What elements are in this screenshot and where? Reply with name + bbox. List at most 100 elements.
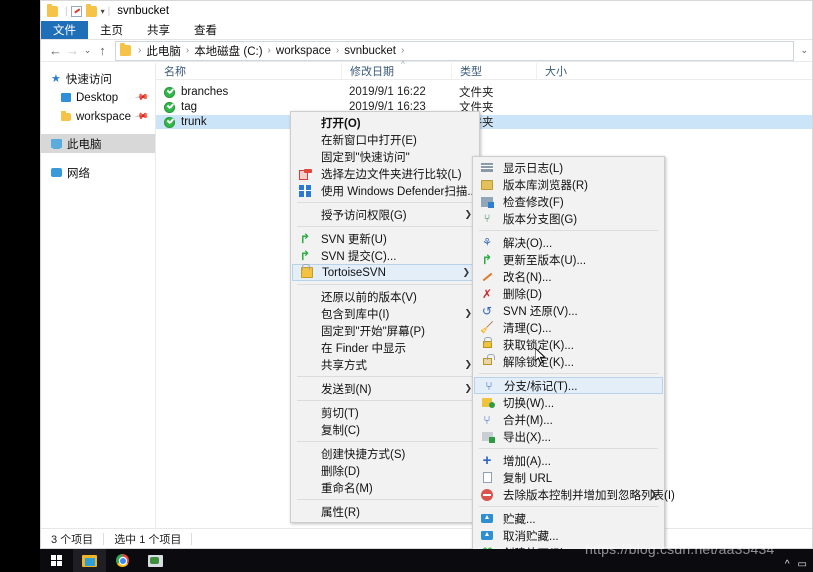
menu-item-copy-url[interactable]: 复制 URL: [473, 469, 664, 486]
file-name: trunk: [181, 116, 207, 128]
menu-item-cut[interactable]: 剪切(T): [291, 404, 479, 421]
menu-item-show-log[interactable]: 显示日志(L): [473, 159, 664, 176]
menu-item-compare-left-folder[interactable]: 选择左边文件夹进行比较(L): [291, 165, 479, 182]
new-folder-icon[interactable]: [85, 3, 97, 17]
menu-item-pin-to-start[interactable]: 固定到"开始"屏幕(P): [291, 322, 479, 339]
menu-item-label: 在新窗口中打开(E): [321, 134, 417, 147]
back-button[interactable]: ←: [47, 43, 64, 58]
menu-item-update-to-revision[interactable]: ↱ 更新至版本(U)...: [473, 251, 664, 268]
menu-item-tortoisesvn[interactable]: TortoiseSVN ❯: [292, 264, 478, 281]
table-row[interactable]: tag 2019/9/1 16:23 文件夹: [156, 100, 812, 114]
address-breadcrumb-field[interactable]: › 此电脑 › 本地磁盘 (C:) › workspace › svnbucke…: [115, 40, 795, 61]
menu-item-defender-scan[interactable]: 使用 Windows Defender扫描...: [291, 182, 479, 199]
breadcrumb-this-pc[interactable]: 此电脑: [144, 43, 183, 59]
column-header-date[interactable]: 修改日期: [341, 63, 451, 79]
menu-item-get-lock[interactable]: 获取锁定(K)...: [473, 336, 664, 353]
export-icon: [480, 430, 495, 444]
menu-item-resolve[interactable]: ⚘ 解决(O)...: [473, 234, 664, 251]
taskbar-file-explorer[interactable]: [73, 549, 106, 572]
tray-expand-icon[interactable]: ^: [785, 559, 790, 570]
recent-locations-icon[interactable]: ⌄: [81, 45, 94, 56]
start-button[interactable]: [40, 549, 73, 572]
menu-item-label: SVN 更新(U): [321, 233, 387, 246]
menu-item-pin-quick-access[interactable]: 固定到"快速访问": [291, 148, 479, 165]
chevron-down-icon[interactable]: ▾: [101, 7, 105, 16]
forward-button[interactable]: →: [64, 43, 81, 58]
tab-view[interactable]: 查看: [182, 21, 229, 39]
menu-separator: [297, 376, 473, 377]
tray-battery-icon[interactable]: ▭: [798, 559, 807, 570]
menu-item-create-shortcut[interactable]: 创建快捷方式(S): [291, 445, 479, 462]
menu-item-show-in-finder[interactable]: 在 Finder 中显示: [291, 339, 479, 356]
menu-item-svn-commit[interactable]: ↱ SVN 提交(C)...: [291, 247, 479, 264]
menu-item-restore-previous-versions[interactable]: 还原以前的版本(V): [291, 288, 479, 305]
menu-item-properties[interactable]: 属性(R): [291, 503, 479, 520]
up-button[interactable]: ↑: [94, 43, 111, 58]
chevron-right-icon: ❯: [464, 359, 472, 369]
menu-item-merge[interactable]: ⑂ 合并(M)...: [473, 411, 664, 428]
menu-item-release-lock[interactable]: 解除锁定(K)...: [473, 353, 664, 370]
breadcrumb-separator: ›: [335, 45, 340, 56]
folder-icon: [120, 43, 131, 56]
revert-icon: ↺: [481, 303, 493, 318]
menu-item-delete[interactable]: 删除(D): [291, 462, 479, 479]
tab-home[interactable]: 主页: [88, 21, 135, 39]
tab-share[interactable]: 共享: [135, 21, 182, 39]
menu-item-rename[interactable]: 重命名(M): [291, 479, 479, 496]
file-date-cell: 2019/9/1 16:22: [349, 86, 426, 98]
menu-item-check-modifications[interactable]: 检查修改(F): [473, 193, 664, 210]
breadcrumb-c-drive[interactable]: 本地磁盘 (C:): [192, 43, 264, 59]
menu-item-copy[interactable]: 复制(C): [291, 421, 479, 438]
column-header-size[interactable]: 大小: [536, 63, 616, 79]
column-header-type[interactable]: 类型: [451, 63, 536, 79]
menu-item-label: 打开(O): [321, 117, 361, 130]
menu-item-include-in-library[interactable]: 包含到库中(I) ❯: [291, 305, 479, 322]
taskbar-chrome[interactable]: [106, 549, 139, 572]
menu-item-label: 还原以前的版本(V): [321, 291, 417, 304]
divider: [191, 532, 193, 545]
menu-separator: [297, 441, 473, 442]
menu-item-label: 解决(O)...: [503, 237, 553, 250]
sidebar-item-workspace[interactable]: workspace 📌: [41, 107, 155, 126]
menu-item-label: 选择左边文件夹进行比较(L): [321, 168, 462, 181]
menu-item-svn-revert[interactable]: ↺ SVN 还原(V)...: [473, 302, 664, 319]
menu-item-label: 删除(D): [503, 288, 542, 301]
menu-item-open[interactable]: 打开(O): [291, 114, 479, 131]
breadcrumb-separator: ›: [400, 45, 405, 56]
properties-icon[interactable]: [70, 5, 82, 17]
address-dropdown-icon[interactable]: ⌄: [796, 45, 812, 56]
sidebar-item-quick-access[interactable]: ★ 快速访问: [41, 69, 155, 88]
sidebar-item-this-pc[interactable]: 此电脑: [41, 134, 155, 153]
breadcrumb-svnbucket[interactable]: svnbucket: [342, 45, 398, 57]
menu-item-rename[interactable]: 改名(N)...: [473, 268, 664, 285]
menu-item-open-new-window[interactable]: 在新窗口中打开(E): [291, 131, 479, 148]
menu-item-repo-browser[interactable]: 版本库浏览器(R): [473, 176, 664, 193]
sidebar-item-network[interactable]: 网络: [41, 163, 155, 182]
menu-item-cleanup[interactable]: 🧹 清理(C)...: [473, 319, 664, 336]
column-header-name[interactable]: 名称: [156, 63, 341, 79]
menu-item-send-to[interactable]: 发送到(N) ❯: [291, 380, 479, 397]
table-row[interactable]: branches 2019/9/1 16:22 文件夹: [156, 85, 812, 99]
menu-item-delete[interactable]: ✗ 删除(D): [473, 285, 664, 302]
selection-count-label: 选中 1 个项目: [114, 533, 182, 546]
taskbar-tortoisesvn[interactable]: [139, 549, 172, 572]
unversion-ignore-icon: [480, 488, 494, 502]
menu-item-grant-access[interactable]: 授予访问权限(G) ❯: [291, 206, 479, 223]
menu-item-share-with[interactable]: 共享方式 ❯: [291, 356, 479, 373]
menu-item-revision-graph[interactable]: ⑂ 版本分支图(G): [473, 210, 664, 227]
file-type-cell: 文件夹: [459, 87, 494, 99]
delete-icon: ✗: [481, 286, 493, 301]
menu-item-stash[interactable]: 贮藏...: [473, 510, 664, 527]
sidebar-item-label: Desktop: [76, 91, 119, 104]
sidebar-item-desktop[interactable]: Desktop 📌: [41, 88, 155, 107]
menu-item-export[interactable]: 导出(X)...: [473, 428, 664, 445]
menu-item-branch-tag[interactable]: ⑂ 分支/标记(T)...: [474, 377, 663, 394]
menu-item-switch[interactable]: 切换(W)...: [473, 394, 664, 411]
menu-item-add[interactable]: + 增加(A)...: [473, 452, 664, 469]
table-row[interactable]: trunk 2019/9/1 16:23 文件夹: [156, 115, 812, 129]
breadcrumb-workspace[interactable]: workspace: [274, 45, 333, 57]
menu-item-svn-update[interactable]: ↱ SVN 更新(U): [291, 230, 479, 247]
menu-item-unversion-and-ignore[interactable]: 去除版本控制并增加到忽略列表(I) ❯: [473, 486, 675, 503]
menu-item-label: 版本分支图(G): [503, 213, 578, 226]
tab-file[interactable]: 文件: [41, 21, 88, 39]
